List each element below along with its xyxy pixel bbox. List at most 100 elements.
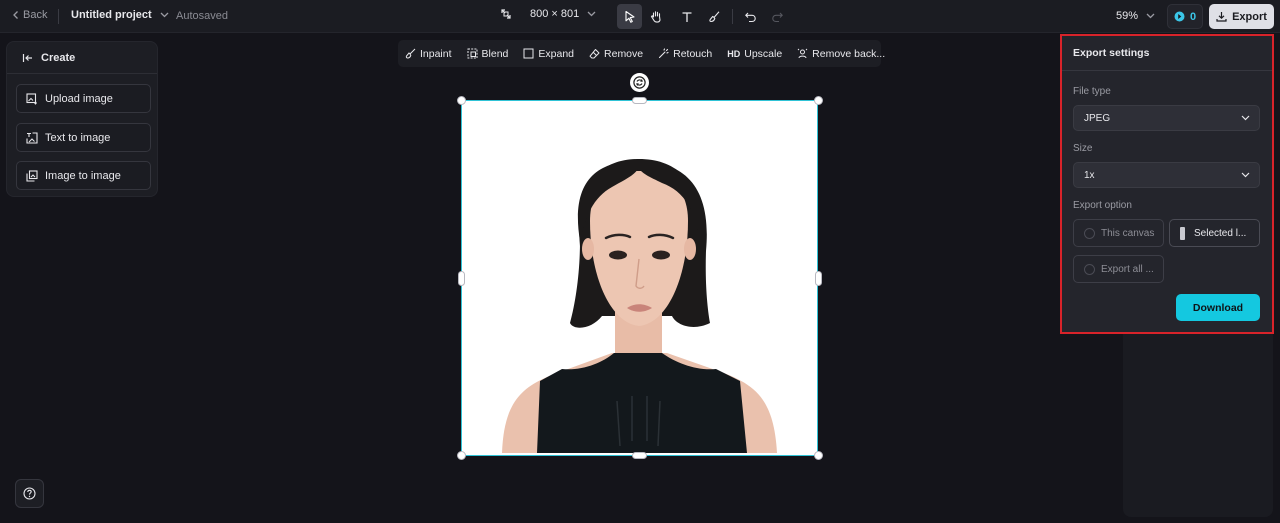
export-button[interactable]: Export	[1209, 4, 1274, 29]
canvas-size-dropdown[interactable]: 800 × 801	[500, 8, 596, 20]
chevron-down-icon	[1146, 13, 1155, 19]
help-icon	[23, 487, 36, 500]
chevron-down-icon	[1241, 115, 1250, 121]
selected-layer-option[interactable]: Selected l...	[1169, 219, 1260, 247]
this-canvas-option[interactable]: This canvas	[1073, 219, 1164, 247]
chevron-down-icon	[1241, 172, 1250, 178]
canvas-image[interactable]	[461, 100, 818, 456]
blend-icon	[467, 48, 478, 59]
resize-handle-bottom[interactable]	[632, 452, 647, 459]
resize-handle-bottom-left[interactable]	[457, 451, 466, 460]
size-value: 1x	[1084, 169, 1095, 181]
portrait-image	[462, 101, 816, 454]
back-label: Back	[23, 9, 48, 21]
blend-label: Blend	[481, 47, 509, 60]
top-bar: Back Untitled project Autosaved 800 × 80…	[0, 0, 1280, 33]
resize-handle-top-left[interactable]	[457, 96, 466, 105]
eraser-icon	[589, 49, 600, 59]
upload-image-icon	[26, 92, 37, 104]
redo-button[interactable]	[765, 4, 790, 29]
rotate-handle[interactable]	[630, 73, 649, 92]
resize-handle-top[interactable]	[632, 97, 647, 104]
create-panel-header[interactable]: Create	[7, 42, 157, 74]
upscale-label: Upscale	[744, 47, 783, 60]
remove-button[interactable]: Remove	[589, 48, 651, 60]
hand-icon	[650, 10, 661, 23]
expand-button[interactable]: Expand	[523, 48, 582, 60]
resize-handle-top-right[interactable]	[814, 96, 823, 105]
export-option-label: Export option	[1073, 200, 1132, 211]
redo-icon	[772, 12, 783, 22]
image-to-image-button[interactable]: Image to image	[16, 161, 151, 190]
resize-handle-left[interactable]	[458, 271, 465, 286]
retouch-label: Retouch	[673, 47, 713, 60]
export-settings-panel: Export settings File type JPEG Size 1x E…	[1060, 34, 1274, 334]
back-button[interactable]: Back	[12, 9, 47, 21]
edit-toolbar: Inpaint Blend Expand Remove Retouch HD U…	[398, 40, 885, 67]
rotate-icon	[633, 76, 646, 89]
collapse-left-icon	[22, 53, 32, 62]
remove-label: Remove	[604, 47, 644, 60]
text-tool-button[interactable]	[674, 4, 699, 29]
upload-image-button[interactable]: Upload image	[16, 84, 151, 113]
resize-handle-bottom-right[interactable]	[814, 451, 823, 460]
chevron-down-icon	[160, 12, 169, 18]
image-to-image-icon	[26, 169, 38, 182]
chevron-down-icon	[587, 11, 596, 17]
zoom-level: 59%	[1116, 10, 1139, 22]
this-canvas-label: This canvas	[1101, 227, 1155, 239]
file-type-value: JPEG	[1084, 112, 1111, 124]
image-to-image-label: Image to image	[45, 169, 121, 182]
canvas-dimensions: 800 × 801	[530, 8, 580, 20]
radio-icon	[1084, 227, 1095, 239]
download-icon	[1216, 12, 1227, 22]
export-settings-title: Export settings	[1073, 47, 1150, 59]
resize-handle-right[interactable]	[815, 271, 822, 286]
select-tool-button[interactable]	[617, 4, 642, 29]
cursor-icon	[624, 10, 635, 23]
download-button[interactable]: Download	[1176, 294, 1260, 321]
chevron-left-icon	[13, 11, 18, 19]
credits-count: 0	[1189, 10, 1197, 23]
blend-button[interactable]: Blend	[467, 48, 517, 60]
divider	[58, 9, 59, 24]
hand-tool-button[interactable]	[644, 4, 669, 29]
file-type-select[interactable]: JPEG	[1073, 105, 1260, 131]
text-to-image-button[interactable]: Text to image	[16, 123, 151, 152]
export-all-label: Export all ...	[1101, 263, 1154, 275]
zoom-dropdown[interactable]: 59%	[1116, 10, 1155, 22]
brush-icon	[709, 11, 720, 23]
expand-label: Expand	[538, 47, 575, 60]
project-name-dropdown[interactable]: Untitled project	[71, 9, 169, 21]
credit-coin-icon	[1174, 11, 1185, 22]
layers-panel	[1123, 330, 1273, 517]
export-all-option[interactable]: Export all ...	[1073, 255, 1164, 283]
inpaint-icon	[405, 48, 416, 59]
remove-background-label: Remove back...	[812, 47, 886, 60]
radio-icon	[1084, 263, 1095, 275]
undo-button[interactable]	[738, 4, 763, 29]
size-label: Size	[1073, 143, 1093, 154]
upload-image-label: Upload image	[45, 92, 113, 105]
upscale-button[interactable]: HD Upscale	[727, 48, 790, 60]
selected-layer-label: Selected l...	[1194, 227, 1247, 239]
text-to-image-label: Text to image	[45, 131, 111, 144]
brush-tool-button[interactable]	[702, 4, 727, 29]
remove-background-button[interactable]: Remove back...	[797, 48, 893, 60]
remove-background-icon	[797, 48, 808, 59]
credits-button[interactable]: 0	[1167, 4, 1203, 29]
retouch-button[interactable]: Retouch	[658, 48, 720, 60]
project-name: Untitled project	[71, 9, 152, 21]
help-button[interactable]	[15, 479, 44, 508]
inpaint-button[interactable]: Inpaint	[405, 48, 460, 60]
expand-icon	[523, 48, 534, 59]
size-select[interactable]: 1x	[1073, 162, 1260, 188]
hd-icon: HD	[727, 48, 741, 59]
divider	[732, 9, 733, 24]
export-label: Export	[1232, 10, 1267, 23]
text-icon	[682, 11, 691, 22]
autosave-status: Autosaved	[176, 10, 228, 22]
resize-icon	[501, 9, 511, 19]
layer-bar-icon	[1180, 226, 1185, 240]
retouch-icon	[659, 48, 669, 59]
